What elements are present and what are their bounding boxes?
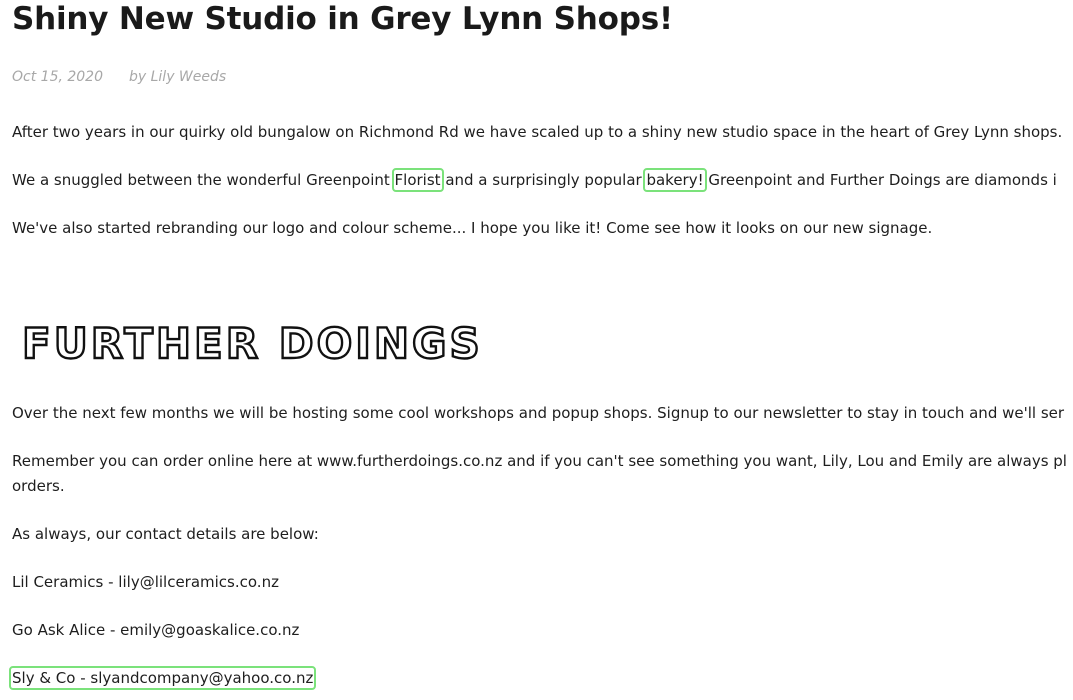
paragraph-rebranding: We've also started rebranding our logo a… (12, 219, 933, 237)
bakery-link[interactable]: bakery! (643, 168, 707, 192)
contact-go-ask-alice: Go Ask Alice - emily@goaskalice.co.nz (12, 621, 300, 639)
paragraph-intro: After two years in our quirky old bungal… (12, 123, 1063, 141)
paragraph-workshops: Over the next few months we will be host… (12, 404, 1065, 422)
paragraph-order-online: Remember you can order online here at ww… (12, 452, 1067, 470)
post-date: Oct 15, 2020 (12, 69, 103, 85)
further-doings-logo: FURTHER DOINGS (21, 318, 483, 368)
post-author[interactable]: by Lily Weeds (129, 69, 226, 85)
contact-sly-and-co: Sly & Co - slyandcompany@yahoo.co.nz (8, 666, 317, 691)
post-title: Shiny New Studio in Grey Lynn Shops! (12, 1, 673, 37)
paragraph-text: and a surprisingly popular (440, 171, 647, 189)
paragraph-text: Greenpoint and Further Doings are diamon… (703, 171, 1057, 189)
paragraph-neighbours: We a snuggled between the wonderful Gree… (12, 168, 1057, 193)
paragraph-text: We a snuggled between the wonderful Gree… (12, 171, 395, 189)
florist-link[interactable]: Florist (391, 168, 444, 192)
contact-lil-ceramics: Lil Ceramics - lily@lilceramics.co.nz (12, 573, 279, 591)
contact-sly-and-co-link[interactable]: Sly & Co - slyandcompany@yahoo.co.nz (8, 666, 317, 690)
post-meta: Oct 15, 2020 by Lily Weeds (12, 69, 226, 85)
paragraph-order-online-continued: orders. (12, 477, 65, 495)
paragraph-contact-intro: As always, our contact details are below… (12, 525, 319, 543)
